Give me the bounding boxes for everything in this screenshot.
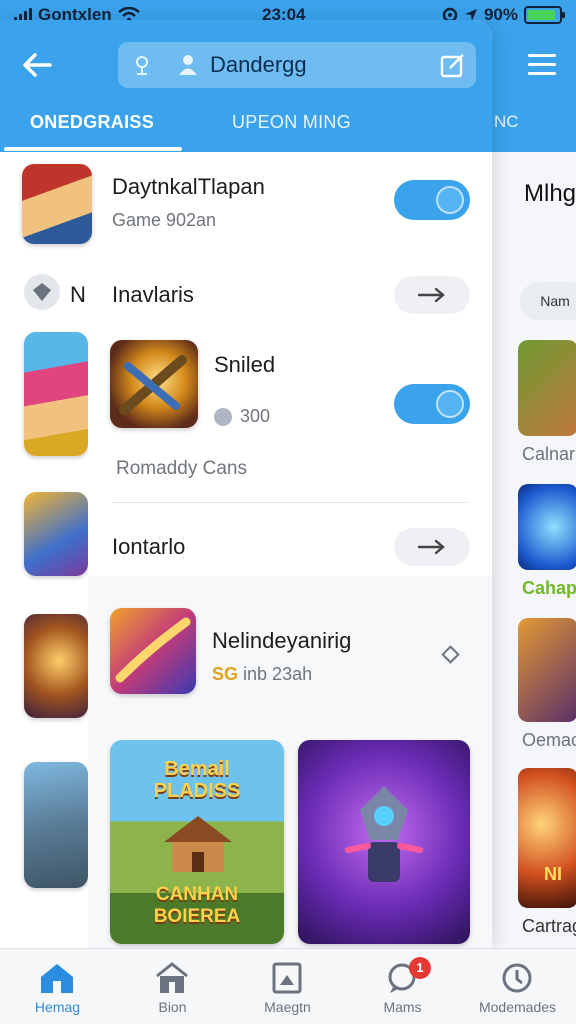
background-label: Calnar xyxy=(522,444,576,464)
toggle-knob xyxy=(436,186,464,214)
coin-icon xyxy=(214,407,232,426)
game-card-1[interactable]: Bemail PLADISS CANHAN BOIEREA xyxy=(110,740,284,944)
picture-frame-icon xyxy=(272,962,302,994)
rating-value: 300 xyxy=(240,406,271,426)
featured-subtitle: inb 23ah xyxy=(243,664,313,684)
nav-label: Hemag xyxy=(34,999,81,1015)
game-icon-featured[interactable] xyxy=(110,608,196,694)
battery-percent: 90% xyxy=(483,5,518,24)
location-pin-icon xyxy=(136,56,148,75)
background-title: Mlhg xyxy=(524,180,576,207)
shield-icon xyxy=(24,274,60,310)
battery-fill xyxy=(528,10,555,20)
diamond-icon[interactable] xyxy=(441,645,460,664)
nav-label: Mams xyxy=(383,999,422,1015)
edit-icon[interactable] xyxy=(440,52,466,78)
search-input[interactable]: Dandergg xyxy=(210,52,307,78)
notification-badge: 1 xyxy=(409,957,431,979)
back-arrow-icon[interactable] xyxy=(20,50,56,80)
active-tab-indicator xyxy=(4,147,182,151)
nav-label: Bion xyxy=(158,999,187,1015)
background-game-thumb[interactable] xyxy=(518,340,576,436)
background-banner-text: NI xyxy=(544,864,562,884)
battery-icon xyxy=(524,6,565,24)
person-icon xyxy=(179,55,197,75)
nav-label: Maegtn xyxy=(264,999,311,1015)
game-icon-hero[interactable] xyxy=(22,164,92,244)
section-arrow-button[interactable] xyxy=(394,276,470,314)
item-rating: 300 xyxy=(214,406,270,427)
menu-icon[interactable] xyxy=(528,54,556,78)
item-subtitle: Game 902an xyxy=(112,210,217,230)
tab-nc[interactable]: NC xyxy=(494,112,519,132)
nav-item-clock[interactable]: Modemades xyxy=(460,949,575,1024)
sheet-header: Dandergg ONEDGRAISS UPEON MING xyxy=(0,20,492,152)
card-subtitle: CANHAN BOIEREA xyxy=(153,884,241,927)
game-thumb-left[interactable] xyxy=(24,332,88,456)
background-game-thumb[interactable]: NI xyxy=(518,768,576,908)
main-sheet: Dandergg ONEDGRAISS UPEON MING N Daytnka… xyxy=(0,20,492,948)
item-toggle[interactable] xyxy=(394,180,470,220)
background-game-thumb[interactable] xyxy=(518,618,576,722)
section-prefix: N xyxy=(70,282,86,307)
robot-character-icon xyxy=(345,786,423,882)
background-label: Oemac xyxy=(522,730,576,750)
featured-section: Nelindeyanirig SG inb 23ah Bemail PLADIS… xyxy=(88,576,492,948)
section-arrow-button[interactable] xyxy=(394,528,470,566)
background-label: Cartrag xyxy=(522,916,576,936)
search-bar[interactable]: Dandergg xyxy=(118,42,476,88)
background-game-thumb[interactable] xyxy=(518,484,576,570)
game-thumb-left[interactable] xyxy=(24,614,88,718)
card-title: Bemail PLADISS xyxy=(153,758,241,802)
toggle-knob xyxy=(436,390,464,418)
featured-meta: SG inb 23ah xyxy=(212,664,312,685)
clock-icon xyxy=(502,963,532,993)
house-icon xyxy=(164,816,232,872)
item-toggle[interactable] xyxy=(394,384,470,424)
game-thumb-left[interactable] xyxy=(24,762,88,888)
item-subtitle: Romaddy Cans xyxy=(116,458,247,479)
section-label: Iontarlo xyxy=(112,534,186,559)
tab-ongoing[interactable]: ONEDGRAISS xyxy=(30,112,154,133)
bottom-nav: Hemag Bion Maegtn 1 Mams Modemades xyxy=(0,948,576,1024)
game-card-2[interactable] xyxy=(298,740,470,944)
nav-item-frame[interactable]: Maegtn xyxy=(230,949,345,1024)
arrow-right-icon xyxy=(417,539,445,555)
featured-badge: SG xyxy=(212,664,239,684)
store-icon xyxy=(156,962,188,993)
divider xyxy=(112,502,468,503)
nav-item-chat[interactable]: 1 Mams xyxy=(345,949,460,1024)
nav-item-store[interactable]: Bion xyxy=(115,949,230,1024)
game-thumb-left[interactable] xyxy=(24,492,88,576)
background-label: Cahap xyxy=(522,578,576,598)
panel: Inavlaris Sniled 300 Romaddy Cans Iontar… xyxy=(88,256,492,576)
item-title: DaytnkalTlapan xyxy=(112,174,265,199)
background-button-label: Nam xyxy=(540,293,570,309)
arrow-right-icon xyxy=(417,287,445,303)
home-icon xyxy=(41,964,73,993)
game-icon-sniled[interactable] xyxy=(110,340,198,428)
nav-label: Modemades xyxy=(478,999,557,1015)
background-button[interactable]: Nam xyxy=(520,282,576,320)
section-label: Inavlaris xyxy=(112,282,194,307)
tab-upcoming[interactable]: UPEON MING xyxy=(232,112,351,133)
item-title: Sniled xyxy=(214,352,276,377)
featured-title: Nelindeyanirig xyxy=(212,628,352,653)
nav-item-home[interactable]: Hemag xyxy=(0,949,115,1024)
